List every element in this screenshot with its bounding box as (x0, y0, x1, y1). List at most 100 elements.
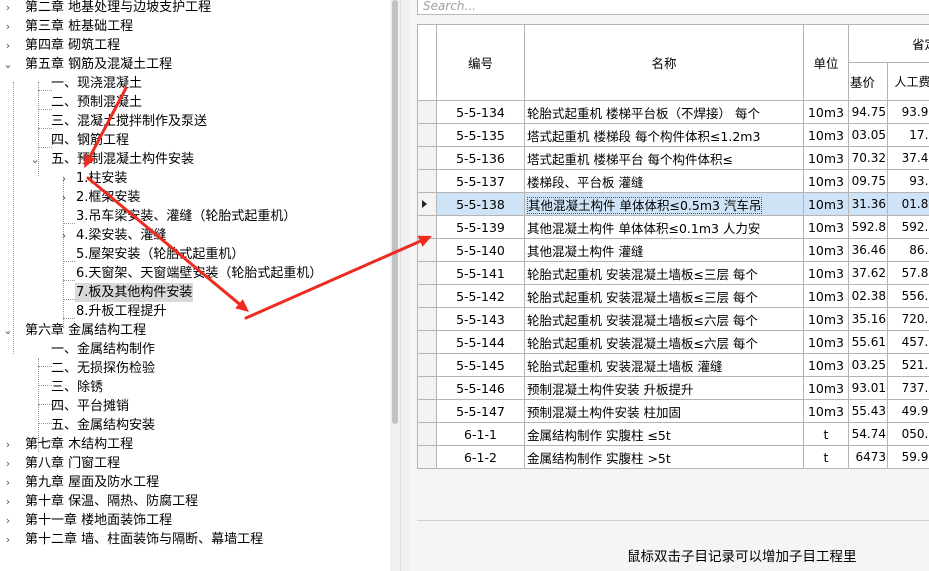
table-row[interactable]: 5-5-147 预制混凝土构件安装 柱加固 10m3 55.43 49.95 (417, 399, 929, 423)
tree-item-label[interactable]: 第十一章 楼地面装饰工程 (24, 511, 173, 530)
table-row[interactable]: 5-5-145 轮胎式起重机 安装混凝土墙板 灌缝 10m3 03.25 521.3 (417, 353, 929, 377)
tree-item-label[interactable]: 五、预制混凝土构件安装 (50, 150, 195, 169)
tree-item[interactable]: 6.天窗架、天窗端壁安装（轮胎式起重机） (0, 264, 390, 283)
cell-labor-cost[interactable]: 86.4 (886, 238, 929, 262)
column-header-name[interactable]: 名称 (524, 24, 804, 101)
chevron-right-icon[interactable]: › (2, 511, 14, 530)
cell-unit[interactable]: 10m3 (803, 100, 849, 124)
row-indicator[interactable] (417, 353, 437, 377)
row-indicator[interactable] (417, 123, 437, 147)
cell-code[interactable]: 5-5-145 (436, 353, 525, 377)
tree-item-label[interactable]: 8.升板工程提升 (75, 302, 167, 321)
cell-code[interactable]: 5-5-147 (436, 399, 525, 423)
cell-labor-cost[interactable]: 49.95 (886, 399, 929, 423)
cell-code[interactable]: 5-5-136 (436, 146, 525, 170)
cell-base-price[interactable]: 09.75 (848, 169, 888, 193)
tree-item-label[interactable]: 5.屋架安装（轮胎式起重机） (75, 245, 245, 264)
tree-item[interactable]: › 第二章 地基处理与边坡支护工程 (0, 0, 390, 17)
cell-unit[interactable]: 10m3 (803, 307, 849, 331)
cell-base-price[interactable]: 70.32 (848, 146, 888, 170)
cell-base-price[interactable]: 03.05 (848, 123, 888, 147)
cell-name[interactable]: 其他混凝土构件 单体体积≤0.5m3 汽车吊 (524, 192, 804, 216)
cell-code[interactable]: 5-5-146 (436, 376, 525, 400)
cell-name[interactable]: 塔式起重机 楼梯段 每个构件体积≤1.2m3 (524, 123, 804, 147)
tree-item[interactable]: 3.吊车梁安装、灌缝（轮胎式起重机） (0, 207, 390, 226)
row-indicator[interactable] (417, 399, 437, 423)
tree-item[interactable]: › 2.框架安装 (0, 188, 390, 207)
tree-item-label[interactable]: 四、钢筋工程 (50, 131, 130, 150)
tree-item[interactable]: 二、预制混凝土 (0, 93, 390, 112)
cell-base-price[interactable]: 02.38 (848, 284, 888, 308)
chevron-right-icon[interactable]: › (2, 435, 14, 454)
row-indicator[interactable] (417, 192, 437, 216)
cell-unit[interactable]: 10m3 (803, 123, 849, 147)
tree-item[interactable]: 四、钢筋工程 (0, 131, 390, 150)
tree-item[interactable]: › 4.梁安装、灌缝 (0, 226, 390, 245)
cell-base-price[interactable]: 592.8 (848, 215, 888, 239)
cell-unit[interactable]: 10m3 (803, 238, 849, 262)
table-row[interactable]: 5-5-140 其他混凝土构件 灌缝 10m3 36.46 86.4 (417, 238, 929, 262)
cell-name[interactable]: 金属结构制作 实腹柱 >5t (524, 445, 804, 469)
cell-labor-cost[interactable]: 521.3 (886, 353, 929, 377)
tree-item-label[interactable]: 一、金属结构制作 (50, 340, 156, 359)
cell-labor-cost[interactable]: 720.1 (886, 307, 929, 331)
tree-item[interactable]: 5.屋架安装（轮胎式起重机） (0, 245, 390, 264)
tree-item-label[interactable]: 第十二章 墙、柱面装饰与隔断、幕墙工程 (24, 530, 264, 549)
chevron-right-icon[interactable]: › (2, 36, 14, 55)
cell-base-price[interactable]: 55.43 (848, 399, 888, 423)
tree-item-label[interactable]: 第八章 门窗工程 (24, 454, 121, 473)
tree-item-label[interactable]: 第二章 地基处理与边坡支护工程 (24, 0, 212, 17)
tree-item[interactable]: 一、金属结构制作 (0, 340, 390, 359)
cell-base-price[interactable]: 31.36 (848, 192, 888, 216)
cell-labor-cost[interactable]: 737.9 (886, 376, 929, 400)
search-input[interactable]: Search... (417, 0, 929, 15)
tree-item-label[interactable]: 第五章 钢筋及混凝土工程 (24, 55, 173, 74)
cell-name[interactable]: 预制混凝土构件安装 升板提升 (524, 376, 804, 400)
cell-base-price[interactable]: 35.16 (848, 307, 888, 331)
cell-unit[interactable]: 10m3 (803, 215, 849, 239)
tree-item-label[interactable]: 第七章 木结构工程 (24, 435, 134, 454)
tree-item[interactable]: ⌄ 第六章 金属结构工程 (0, 321, 390, 340)
tree-item[interactable]: › 第九章 屋面及防水工程 (0, 473, 390, 492)
cell-name[interactable]: 其他混凝土构件 灌缝 (524, 238, 804, 262)
cell-labor-cost[interactable]: 57.85 (886, 261, 929, 285)
cell-unit[interactable]: 10m3 (803, 261, 849, 285)
tree-item-label[interactable]: 第四章 砌筑工程 (24, 36, 121, 55)
cell-labor-cost[interactable]: 93.1 (886, 169, 929, 193)
row-indicator[interactable] (417, 146, 437, 170)
tree-item[interactable]: 三、混凝土搅拌制作及泵送 (0, 112, 390, 131)
tree-item[interactable]: ⌄ 五、预制混凝土构件安装 (0, 150, 390, 169)
row-indicator[interactable] (417, 238, 437, 262)
cell-unit[interactable]: 10m3 (803, 169, 849, 193)
chevron-right-icon[interactable]: › (2, 454, 14, 473)
row-indicator[interactable] (417, 330, 437, 354)
cell-code[interactable]: 5-5-144 (436, 330, 525, 354)
cell-code[interactable]: 5-5-138 (436, 192, 525, 216)
tree-item-label[interactable]: 一、现浇混凝土 (50, 74, 143, 93)
row-indicator[interactable] (417, 215, 437, 239)
chevron-right-icon[interactable]: › (2, 530, 14, 549)
tree-item[interactable]: › 第十二章 墙、柱面装饰与隔断、幕墙工程 (0, 530, 390, 549)
cell-name[interactable]: 预制混凝土构件安装 柱加固 (524, 399, 804, 423)
cell-code[interactable]: 6-1-1 (436, 422, 525, 446)
cell-unit[interactable]: 10m3 (803, 192, 849, 216)
tree-item[interactable]: › 第三章 桩基础工程 (0, 17, 390, 36)
column-header-base-price[interactable]: 基价 (848, 62, 888, 101)
tree-item-label[interactable]: 第六章 金属结构工程 (24, 321, 147, 340)
cell-name[interactable]: 其他混凝土构件 单体体积≤0.1m3 人力安 (524, 215, 804, 239)
table-row[interactable]: 5-5-143 轮胎式起重机 安装混凝土墙板≤六层 每个 10m3 35.16 720.… (417, 307, 929, 331)
cell-unit[interactable]: 10m3 (803, 146, 849, 170)
tree-item-label[interactable]: 2.框架安装 (75, 188, 141, 207)
cell-code[interactable]: 5-5-142 (436, 284, 525, 308)
row-indicator[interactable] (417, 376, 437, 400)
cell-labor-cost[interactable]: 37.45 (886, 146, 929, 170)
cell-name[interactable]: 轮胎式起重机 安装混凝土墙板≤三层 每个 (524, 261, 804, 285)
chevron-right-icon[interactable]: › (58, 188, 70, 207)
tree-item-label[interactable]: 第十章 保温、隔热、防腐工程 (24, 492, 199, 511)
tree-item-label[interactable]: 五、金属结构安装 (50, 416, 156, 435)
table-row[interactable]: 5-5-142 轮胎式起重机 安装混凝土墙板≤三层 每个 10m3 02.38 556.… (417, 284, 929, 308)
table-row[interactable]: 6-1-1 金属结构制作 实腹柱 ≤5t t 54.74 050.7 (417, 422, 929, 446)
cell-name[interactable]: 金属结构制作 实腹柱 ≤5t (524, 422, 804, 446)
cell-unit[interactable]: 10m3 (803, 376, 849, 400)
tree-item-label[interactable]: 1.柱安装 (75, 169, 128, 188)
